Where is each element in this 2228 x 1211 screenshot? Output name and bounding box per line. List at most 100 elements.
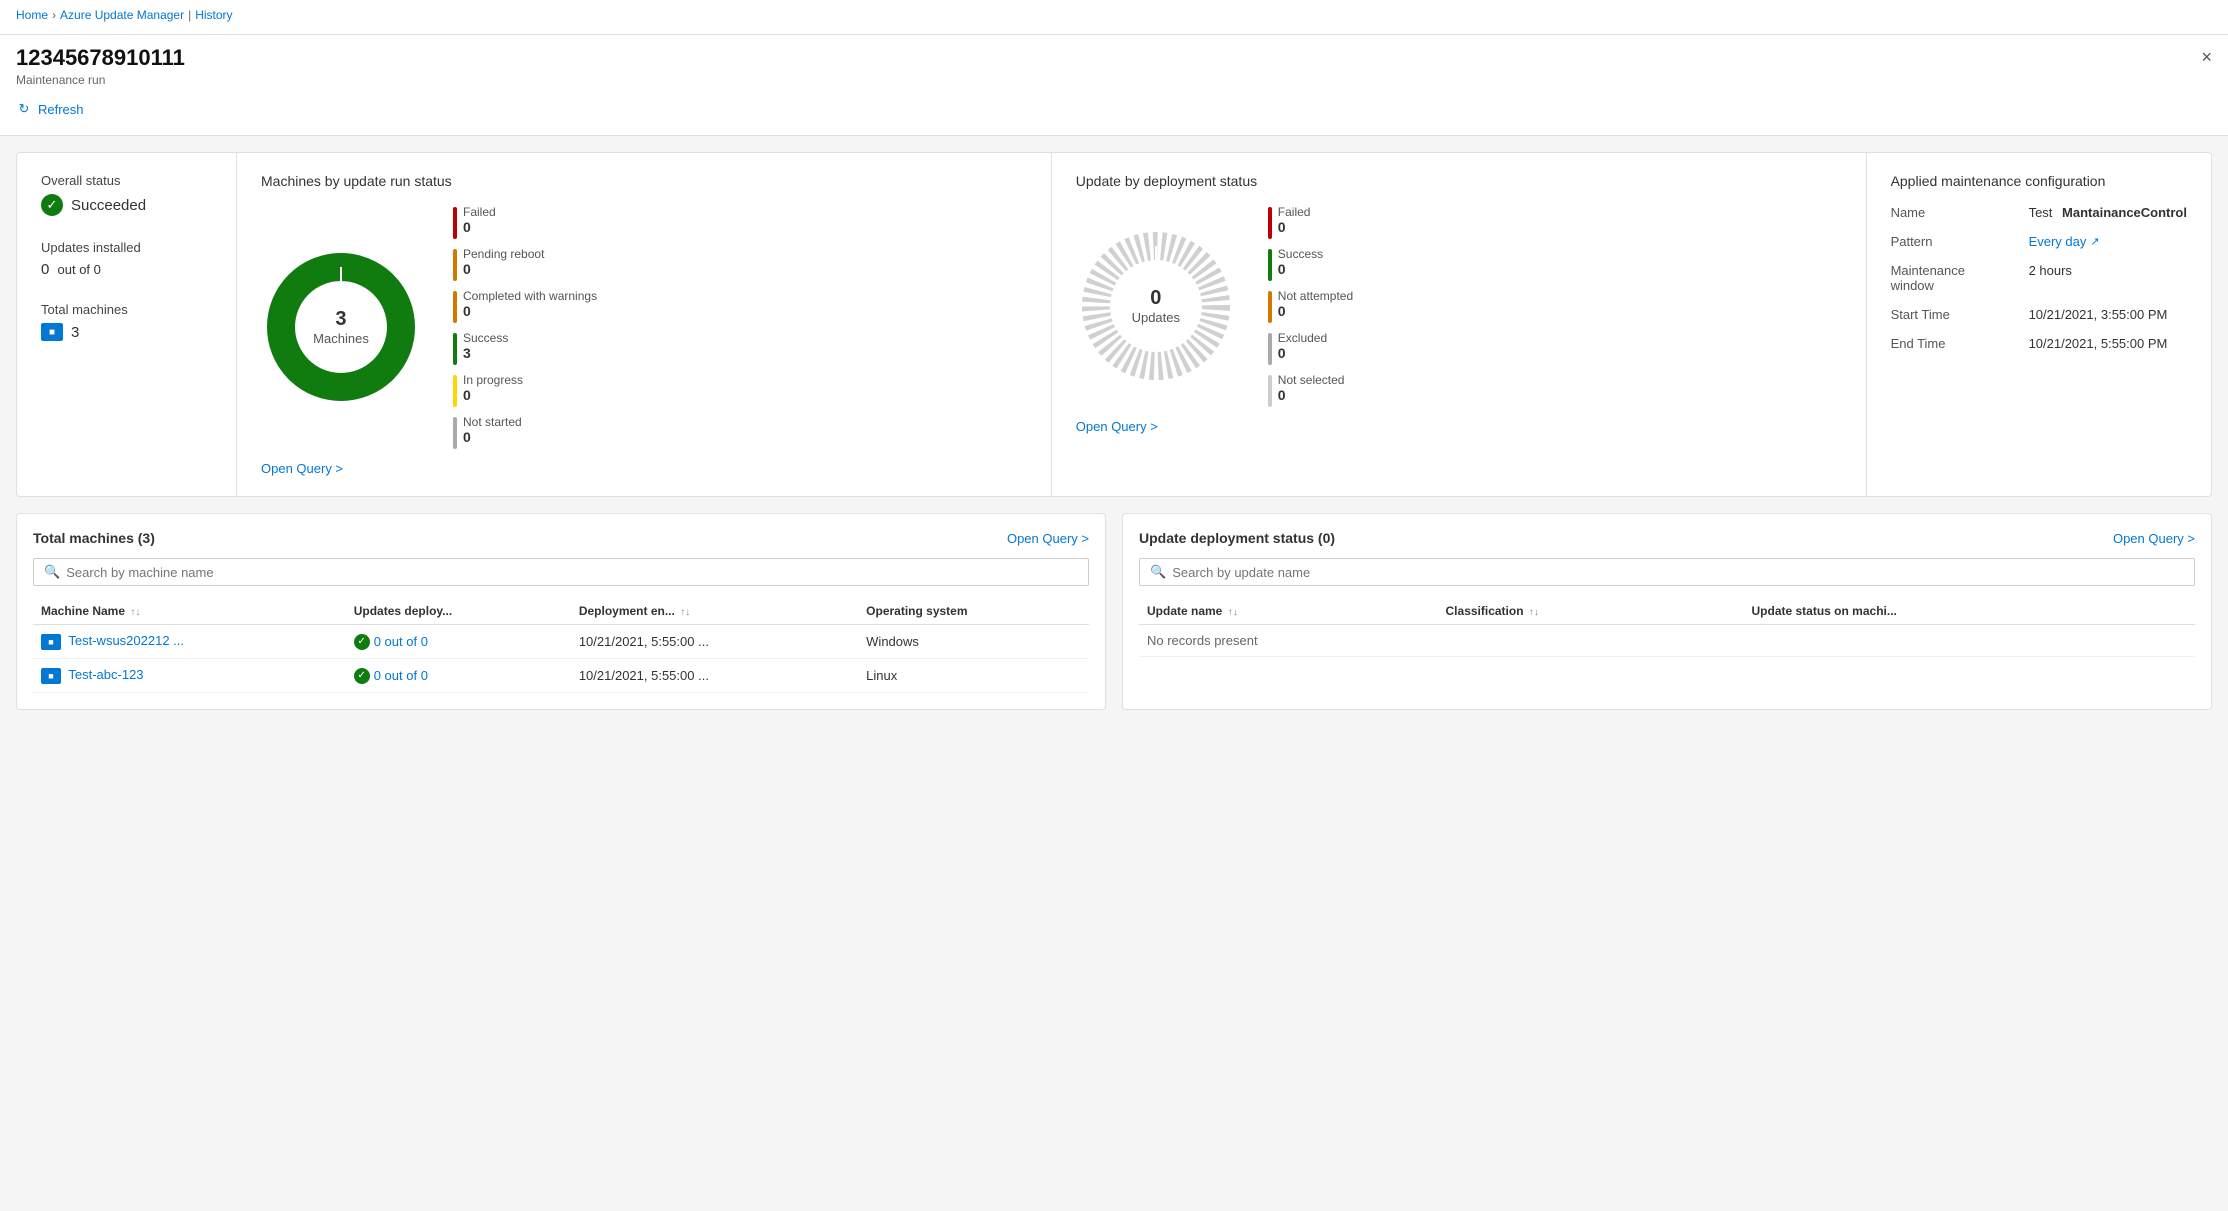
config-row-name: Name Test MantainanceControl (1891, 205, 2187, 220)
machine-link-abc[interactable]: Test-abc-123 (68, 667, 143, 682)
config-row-start-time: Start Time 10/21/2021, 3:55:00 PM (1891, 307, 2187, 322)
machines-donut-chart: 3 Machines (261, 247, 421, 407)
config-val-window: 2 hours (2029, 263, 2072, 278)
config-row-window: Maintenancewindow 2 hours (1891, 263, 2187, 293)
row-updates: ✓ 0 out of 0 (346, 625, 571, 659)
legend-pending-reboot: Pending reboot 0 (453, 247, 597, 281)
deploy-legend-success: Success 0 (1268, 247, 1353, 281)
machines-table-open-query[interactable]: Open Query > (1007, 531, 1089, 546)
config-key-start-time: Start Time (1891, 307, 2021, 322)
col-update-name: Update name ↑↓ (1139, 598, 1438, 625)
overall-status-label: Overall status (41, 173, 212, 188)
summary-panel: Overall status ✓ Succeeded Updates insta… (16, 152, 2212, 497)
config-section: Applied maintenance configuration Name T… (1867, 153, 2211, 496)
col-os: Operating system (858, 598, 1089, 625)
config-key-pattern: Pattern (1891, 234, 2021, 249)
sort-classification-icon[interactable]: ↑↓ (1529, 607, 1539, 618)
updates-data-table: Update name ↑↓ Classification ↑↓ Update … (1139, 598, 2195, 657)
col-update-status: Update status on machi... (1744, 598, 2196, 625)
machines-panel-header: Total machines (3) Open Query > (33, 530, 1089, 546)
config-title: Applied maintenance configuration (1891, 173, 2187, 189)
config-key-end-time: End Time (1891, 336, 2021, 351)
machines-chart-title: Machines by update run status (261, 173, 1027, 189)
breadcrumb-home[interactable]: Home (16, 8, 48, 22)
breadcrumb-azure-update-manager[interactable]: Azure Update Manager (60, 8, 184, 22)
config-val-pattern[interactable]: Every day ↗ (2029, 234, 2100, 249)
total-machines-value: 3 (71, 324, 79, 341)
row-machine-icon: ■ (41, 634, 61, 650)
deployment-donut-chart: 0 Updates (1076, 226, 1236, 386)
updates-panel-header: Update deployment status (0) Open Query … (1139, 530, 2195, 546)
legend-completed-warnings: Completed with warnings 0 (453, 289, 597, 323)
deploy-legend-failed: Failed 0 (1268, 205, 1353, 239)
deployment-chart-section: Update by deployment status 0 Updates (1052, 153, 1867, 496)
external-link-icon: ↗ (2090, 235, 2099, 248)
col-classification: Classification ↑↓ (1438, 598, 1744, 625)
legend-in-progress: In progress 0 (453, 373, 597, 407)
updates-table-panel: Update deployment status (0) Open Query … (1122, 513, 2212, 710)
status-value: Succeeded (71, 197, 146, 214)
legend-failed: Failed 0 (453, 205, 597, 239)
breadcrumb: Home › Azure Update Manager | History (16, 8, 2212, 22)
row-os: Windows (858, 625, 1089, 659)
row-os: Linux (858, 659, 1089, 693)
config-key-window: Maintenancewindow (1891, 263, 2021, 293)
refresh-icon: ↻ (16, 101, 32, 117)
config-val-start-time: 10/21/2021, 3:55:00 PM (2029, 307, 2168, 322)
config-val-end-time: 10/21/2021, 5:55:00 PM (2029, 336, 2168, 351)
legend-success: Success 3 (453, 331, 597, 365)
updates-search-icon: 🔍 (1150, 564, 1166, 580)
deploy-legend-excluded: Excluded 0 (1268, 331, 1353, 365)
row-machine-icon: ■ (41, 668, 61, 684)
col-machine-name: Machine Name ↑↓ (33, 598, 346, 625)
total-machines-label: Total machines (41, 302, 212, 317)
deployment-open-query[interactable]: Open Query > (1076, 419, 1158, 434)
row-updates-link[interactable]: 0 out of 0 (374, 634, 428, 649)
row-deployment-end: 10/21/2021, 5:55:00 ... (571, 625, 858, 659)
machines-open-query[interactable]: Open Query > (261, 461, 343, 476)
machines-table-panel: Total machines (3) Open Query > 🔍 Machin… (16, 513, 1106, 710)
breadcrumb-history[interactable]: History (195, 8, 232, 22)
sort-update-name-icon[interactable]: ↑↓ (1228, 607, 1238, 618)
machines-search-icon: 🔍 (44, 564, 60, 580)
row-updates-link[interactable]: 0 out of 0 (374, 668, 428, 683)
refresh-button[interactable]: ↻ Refresh (16, 97, 84, 121)
summary-left: Overall status ✓ Succeeded Updates insta… (17, 153, 237, 496)
page-subtitle: Maintenance run (16, 73, 185, 87)
deploy-legend-not-selected: Not selected 0 (1268, 373, 1353, 407)
config-row-end-time: End Time 10/21/2021, 5:55:00 PM (1891, 336, 2187, 351)
updates-panel-title: Update deployment status (0) (1139, 530, 1335, 546)
row-success-icon: ✓ (354, 668, 370, 684)
row-machine-name: ■ Test-wsus202212 ... (33, 625, 346, 659)
col-deployment-end: Deployment en... ↑↓ (571, 598, 858, 625)
legend-not-started: Not started 0 (453, 415, 597, 449)
bottom-panels: Total machines (3) Open Query > 🔍 Machin… (16, 513, 2212, 710)
close-button[interactable]: × (2201, 47, 2212, 68)
machines-chart-section: Machines by update run status 3 Machines (237, 153, 1052, 496)
row-success-icon: ✓ (354, 634, 370, 650)
col-updates-deploy: Updates deploy... (346, 598, 571, 625)
deployment-chart-title: Update by deployment status (1076, 173, 1842, 189)
updates-installed-value: 0 (41, 261, 49, 278)
machines-panel-title: Total machines (3) (33, 530, 155, 546)
updates-table-open-query[interactable]: Open Query > (2113, 531, 2195, 546)
updates-search-box[interactable]: 🔍 (1139, 558, 2195, 586)
sort-machine-name-icon[interactable]: ↑↓ (130, 607, 140, 618)
refresh-label: Refresh (38, 102, 84, 117)
success-check-icon: ✓ (41, 194, 63, 216)
machines-search-box[interactable]: 🔍 (33, 558, 1089, 586)
row-updates: ✓ 0 out of 0 (346, 659, 571, 693)
updates-installed-label: Updates installed (41, 240, 212, 255)
table-row-no-records: No records present (1139, 625, 2195, 657)
config-key-name: Name (1891, 205, 2021, 220)
status-succeeded: ✓ Succeeded (41, 194, 212, 216)
updates-search-input[interactable] (1172, 565, 2184, 580)
sort-deployment-end-icon[interactable]: ↑↓ (680, 607, 690, 618)
out-of-label: out of 0 (58, 262, 101, 277)
table-row: ■ Test-abc-123 ✓ 0 out of 0 10/21/2021, … (33, 659, 1089, 693)
deploy-legend-not-attempted: Not attempted 0 (1268, 289, 1353, 323)
config-table: Name Test MantainanceControl Pattern Eve… (1891, 205, 2187, 351)
machine-link-wsus[interactable]: Test-wsus202212 ... (68, 633, 184, 648)
machines-search-input[interactable] (66, 565, 1078, 580)
no-records-message: No records present (1139, 625, 2195, 657)
